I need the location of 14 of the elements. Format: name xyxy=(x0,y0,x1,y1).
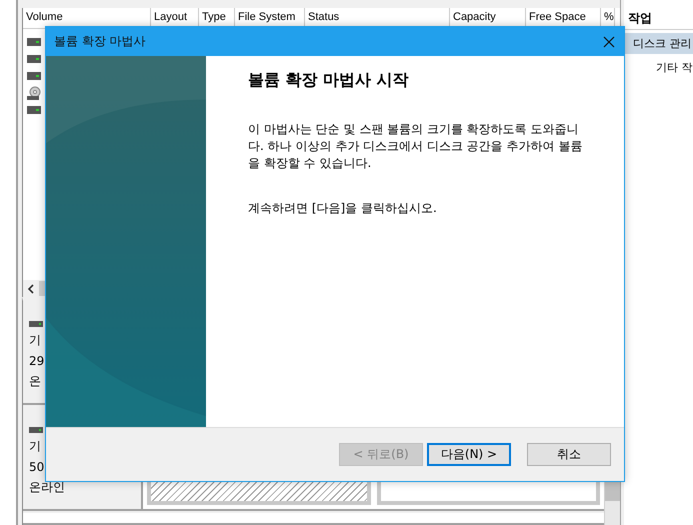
disk-info-text: 기 xyxy=(29,438,42,455)
wizard-text: 이 마법사는 단순 및 스팬 볼륨의 크기를 확장하도록 도와줍니다. 하나 이상의 추가 디스크에서 디스크 공간을 추가하여 볼륨을 확장할 수 있습니다. xyxy=(248,121,584,172)
disk-info-text: 29 xyxy=(29,354,46,368)
wizard-heading: 볼륨 확장 마법사 시작 xyxy=(248,70,410,91)
disk-info-text: 기 xyxy=(29,332,42,349)
disk-info-text: 50 xyxy=(29,460,46,474)
dialog-title: 볼륨 확장 마법사 xyxy=(54,33,146,50)
cancel-button[interactable]: 취소 xyxy=(527,443,611,466)
action-item[interactable]: 디스크 관리 xyxy=(624,33,693,54)
disk-info-text: 온라인 xyxy=(29,479,66,496)
next-button[interactable]: 다음(N) > xyxy=(427,443,511,466)
wizard-text: 계속하려면 [다음]을 클릭하십시오. xyxy=(248,200,438,217)
disk-info-text: 온 xyxy=(29,373,42,390)
action-item[interactable]: 기타 작 xyxy=(624,57,693,78)
